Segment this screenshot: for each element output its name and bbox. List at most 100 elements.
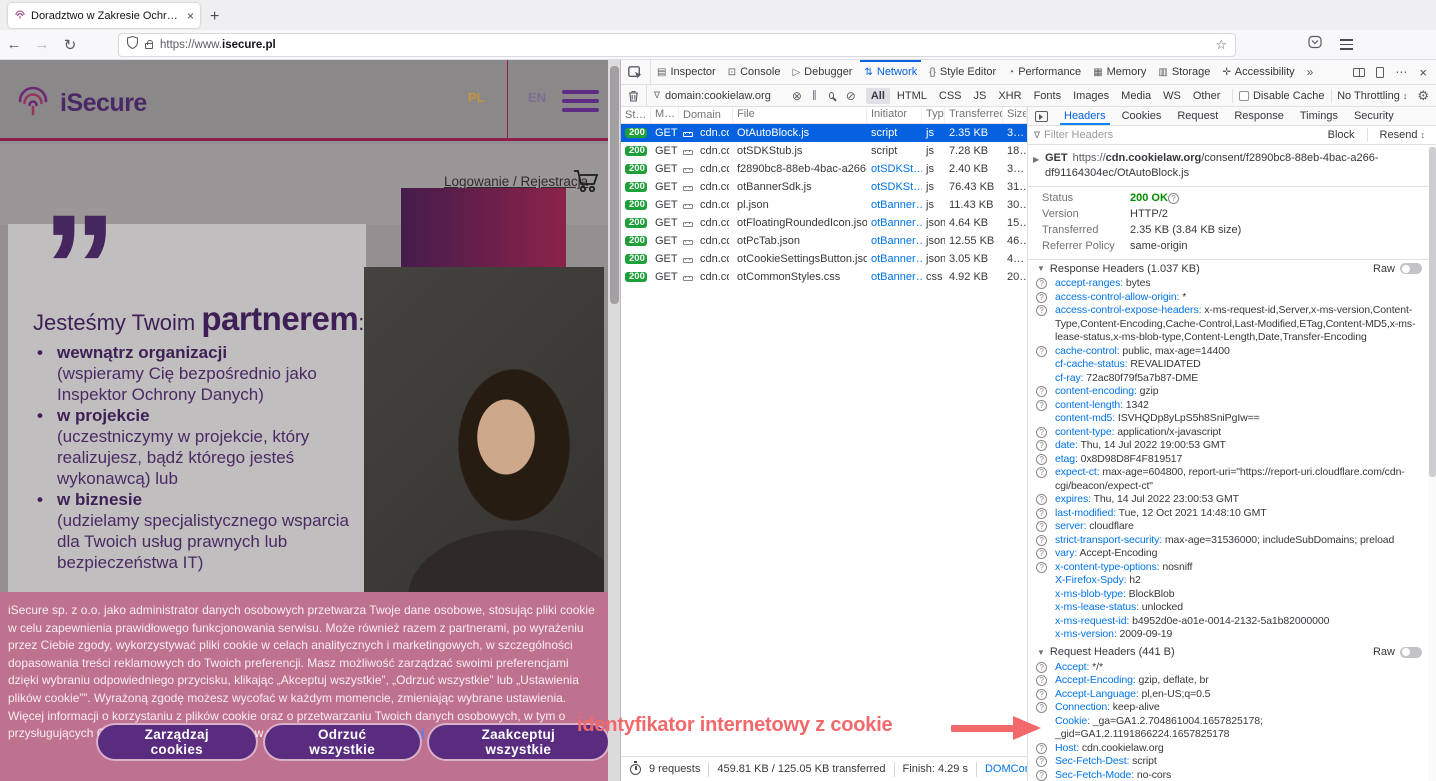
initiator-cell[interactable]: otBanner… (867, 217, 922, 229)
reject-all-button[interactable]: Odrzuć wszystkie (265, 725, 420, 759)
clear-filter-icon[interactable]: ⊗ (787, 89, 807, 103)
initiator-cell[interactable]: otSDKSt… (867, 163, 922, 175)
request-row[interactable]: 200GETcdn.co…otFloatingRoundedIcon.jsono… (621, 214, 1027, 232)
filter-fonts[interactable]: Fonts (1029, 88, 1067, 104)
header-row[interactable]: x-ms-version: 2009-09-19 (1028, 628, 1436, 642)
header-row[interactable]: ?Accept-Encoding: gzip, deflate, br (1028, 674, 1436, 688)
split-console-icon[interactable] (1353, 68, 1365, 77)
header-row[interactable]: ?strict-transport-security: max-age=3153… (1028, 534, 1436, 548)
browser-menu-icon[interactable] (1340, 39, 1353, 50)
tab-console[interactable]: ⊡Console (722, 60, 787, 84)
back-button[interactable]: ← (0, 36, 28, 53)
details-scrollbar[interactable] (1428, 145, 1436, 781)
help-icon[interactable]: ? (1036, 400, 1047, 411)
help-icon[interactable]: ? (1036, 508, 1047, 519)
header-row[interactable]: ?access-control-allow-origin: * (1028, 291, 1436, 305)
lock-icon[interactable] (145, 43, 153, 49)
help-icon[interactable]: ? (1036, 770, 1047, 781)
cart-icon[interactable] (572, 168, 600, 199)
request-table-header[interactable]: St…M…DomainFileInitiatorTypeTransferredS… (621, 107, 1027, 124)
tab-memory[interactable]: ▦Memory (1087, 60, 1152, 84)
login-register-link[interactable]: Logowanie / Rejestracja (444, 174, 588, 189)
header-row[interactable]: ?Accept: */* (1028, 661, 1436, 675)
details-tab-security[interactable]: Security (1346, 108, 1402, 124)
reload-button[interactable]: ↻ (56, 36, 84, 54)
help-icon[interactable]: ? (1036, 662, 1047, 673)
help-icon[interactable]: ? (1036, 427, 1047, 438)
filter-all[interactable]: All (866, 88, 890, 104)
details-tab-timings[interactable]: Timings (1292, 108, 1346, 124)
help-icon[interactable]: ? (1036, 548, 1047, 559)
more-tabs-icon[interactable]: » (1301, 60, 1320, 84)
column-header-transferred[interactable]: Transferred (945, 107, 1003, 123)
tab-debugger[interactable]: ▷Debugger (786, 60, 858, 84)
header-row[interactable]: ?content-encoding: gzip (1028, 385, 1436, 399)
filter-css[interactable]: CSS (934, 88, 967, 104)
column-header-domain[interactable]: Domain (679, 107, 733, 123)
column-header-initiator[interactable]: Initiator (867, 107, 922, 123)
header-row[interactable]: ?x-content-type-options: nosniff (1028, 561, 1436, 575)
manage-cookies-button[interactable]: Zarządzaj cookies (98, 725, 256, 759)
devtools-close-icon[interactable]: × (1419, 65, 1427, 80)
pick-element-icon[interactable] (621, 60, 651, 84)
site-menu-icon[interactable] (562, 90, 599, 112)
initiator-cell[interactable]: otBanner… (867, 199, 922, 211)
header-row[interactable]: ?expires: Thu, 14 Jul 2022 23:00:53 GMT (1028, 493, 1436, 507)
help-icon[interactable]: ? (1168, 193, 1179, 204)
help-icon[interactable]: ? (1036, 278, 1047, 289)
lang-pl-button[interactable]: PL (468, 90, 485, 105)
header-row[interactable]: ?Sec-Fetch-Dest: script (1028, 755, 1436, 769)
block-button[interactable]: Block (1322, 129, 1361, 141)
header-row[interactable]: x-ms-lease-status: unlocked (1028, 601, 1436, 615)
help-icon[interactable]: ? (1036, 440, 1047, 451)
network-settings-gear-icon[interactable]: ⚙ (1409, 88, 1436, 104)
header-row[interactable]: ?Sec-Fetch-Mode: no-cors (1028, 769, 1436, 781)
help-icon[interactable]: ? (1036, 675, 1047, 686)
filter-headers-input[interactable]: Filter Headers (1044, 129, 1322, 141)
request-row[interactable]: 200GETcdn.co…otPcTab.jsonotBanner…json12… (621, 232, 1027, 250)
performance-analysis-icon[interactable] (630, 764, 641, 775)
header-row[interactable]: ?Connection: keep-alive (1028, 701, 1436, 715)
request-row[interactable]: 200GETcdn.co…pl.jsonotBanner…js11.43 KB3… (621, 196, 1027, 214)
filter-other[interactable]: Other (1188, 88, 1226, 104)
request-row[interactable]: 200GETcdn.co…otBannerSdk.jsotSDKSt…js76.… (621, 178, 1027, 196)
help-icon[interactable]: ? (1036, 521, 1047, 532)
header-row[interactable]: cf-ray: 72ac80f79f5a7b87-DME (1028, 372, 1436, 386)
header-row[interactable]: x-ms-blob-type: BlockBlob (1028, 588, 1436, 602)
throttling-select[interactable]: No Throttling↕ (1337, 90, 1407, 102)
response-headers-section[interactable]: ▼ Response Headers (1.037 KB) Raw (1028, 260, 1436, 277)
request-row[interactable]: 200GETcdn.co…f2890bc8-88eb-4bac-a266-df9… (621, 160, 1027, 178)
column-header-size[interactable]: Size (1003, 107, 1027, 123)
header-row[interactable]: ?expect-ct: max-age=604800, report-uri="… (1028, 466, 1436, 493)
help-icon[interactable]: ? (1036, 292, 1047, 303)
header-row[interactable]: x-ms-request-id: b4952d0e-a01e-0014-2132… (1028, 615, 1436, 629)
forward-button[interactable]: → (28, 36, 56, 53)
browser-tab[interactable]: Doradztwo w Zakresie Ochrony Dany × (8, 3, 200, 28)
details-tab-response[interactable]: Response (1226, 108, 1292, 124)
header-row[interactable]: content-md5: ISVHQDp8yLpS5h8SniPgIw== (1028, 412, 1436, 426)
responsive-design-icon[interactable] (1376, 67, 1384, 78)
tab-network[interactable]: ⇅Network (858, 60, 923, 84)
header-row[interactable]: ?last-modified: Tue, 12 Oct 2021 14:48:1… (1028, 507, 1436, 521)
tab-performance[interactable]: ◔Performance (1002, 60, 1087, 84)
header-row[interactable]: ?access-control-expose-headers: x-ms-req… (1028, 304, 1436, 345)
help-icon[interactable]: ? (1036, 562, 1047, 573)
page-scrollbar-thumb[interactable] (610, 66, 619, 304)
column-header-st[interactable]: St… (621, 107, 651, 123)
raw-toggle[interactable] (1400, 647, 1422, 658)
filter-html[interactable]: HTML (892, 88, 932, 104)
request-row[interactable]: 200GETcdn.co…otSDKStub.jsscriptjs7.28 KB… (621, 142, 1027, 160)
tab-close-icon[interactable]: × (187, 9, 194, 23)
request-row[interactable]: 200GETcdn.co…otCookieSettingsButton.json… (621, 250, 1027, 268)
request-url-line[interactable]: ▶ GEThttps://cdn.cookielaw.org/consent/f… (1028, 145, 1436, 187)
header-row[interactable]: ?content-length: 1342 (1028, 399, 1436, 413)
header-row[interactable]: ?server: cloudflare (1028, 520, 1436, 534)
header-row[interactable]: ?etag: 0x8D98D8F4F819517 (1028, 453, 1436, 467)
details-tab-headers[interactable]: Headers (1056, 108, 1114, 124)
filter-images[interactable]: Images (1068, 88, 1114, 104)
tab-inspector[interactable]: ▤Inspector (651, 60, 722, 84)
initiator-cell[interactable]: otSDKSt… (867, 181, 922, 193)
column-header-m[interactable]: M… (651, 107, 679, 123)
column-header-type[interactable]: Type (922, 107, 945, 123)
filter-xhr[interactable]: XHR (993, 88, 1026, 104)
